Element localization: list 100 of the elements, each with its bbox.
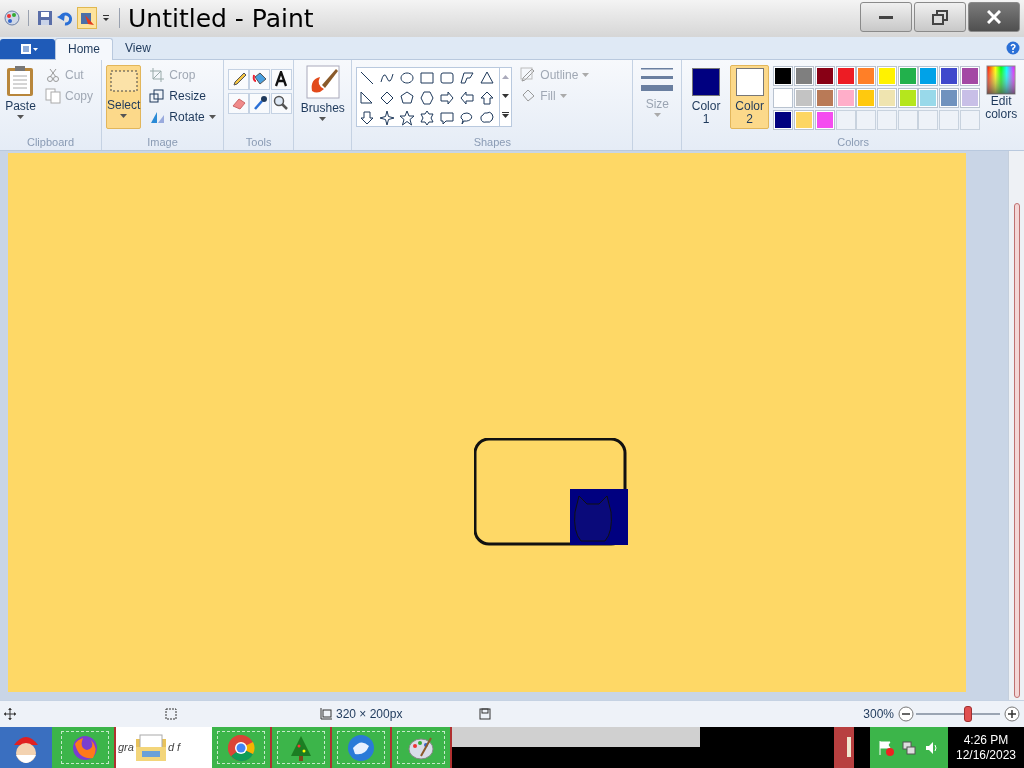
quick-access-button[interactable] <box>77 7 97 30</box>
group-label: Colors <box>836 135 871 151</box>
scroll-up-icon[interactable] <box>502 75 510 80</box>
minimize-button[interactable] <box>860 2 912 32</box>
paste-button[interactable]: Paste <box>4 64 37 119</box>
vertical-scrollbar[interactable] <box>1008 151 1024 701</box>
zoom-in-icon[interactable] <box>1004 706 1020 723</box>
color-picker-icon <box>251 95 268 112</box>
palette-color[interactable] <box>918 87 939 108</box>
palette-color[interactable] <box>814 65 835 86</box>
file-menu-button[interactable] <box>0 38 55 59</box>
copy-icon <box>45 88 61 105</box>
caret-icon <box>582 73 590 78</box>
palette-color[interactable] <box>856 65 877 86</box>
taskbar-button[interactable] <box>392 727 452 768</box>
color-spectrum-icon <box>986 64 1017 95</box>
palette-color[interactable] <box>794 109 815 130</box>
move-icon <box>4 708 16 721</box>
clipboard-icon <box>5 64 36 97</box>
chrome-globe-icon <box>227 733 255 762</box>
clock-date[interactable]: 12/16/2023 <box>955 747 1017 763</box>
ribbon-button[interactable]: Resize <box>145 85 220 107</box>
palette-color[interactable] <box>773 87 794 108</box>
brushes-button[interactable]: Brushes <box>298 64 348 121</box>
ribbon-tab[interactable]: Home <box>55 37 113 60</box>
flag-icon[interactable] <box>877 739 894 756</box>
tool-button[interactable] <box>249 92 271 114</box>
palette-color[interactable] <box>835 87 856 108</box>
caret-icon <box>559 94 567 99</box>
palette-color[interactable] <box>794 65 815 86</box>
save-icon[interactable] <box>37 10 53 27</box>
palette-color[interactable] <box>897 87 918 108</box>
palette-color[interactable] <box>814 87 835 108</box>
taskbar-button[interactable] <box>332 727 392 768</box>
color-slot-button[interactable]: Color 1 <box>686 64 726 129</box>
palette-color[interactable] <box>835 65 856 86</box>
palette-color[interactable] <box>959 65 980 86</box>
canvas-size-icon <box>319 707 333 722</box>
clock-time[interactable]: 4:26 PM <box>963 732 1009 748</box>
caret-icon <box>319 116 327 121</box>
taskbar-button[interactable] <box>272 727 332 768</box>
tool-button[interactable] <box>228 68 249 90</box>
selection-size-icon <box>164 707 178 722</box>
group-label: Shapes <box>472 135 512 151</box>
close-button[interactable] <box>968 2 1020 32</box>
palette-color[interactable] <box>959 87 980 108</box>
network-icon[interactable] <box>901 739 917 756</box>
palette-color[interactable] <box>939 87 959 108</box>
zoom-slider[interactable] <box>916 706 1000 723</box>
tool-button[interactable] <box>270 92 292 114</box>
magnifier-icon <box>273 95 290 112</box>
window-label-text: d f <box>167 740 181 756</box>
undo-icon[interactable] <box>57 10 73 27</box>
group-label: Image <box>146 135 179 151</box>
select-button[interactable]: Select <box>106 64 142 129</box>
zoom-out-icon[interactable] <box>898 706 914 723</box>
taskbar-button[interactable] <box>56 727 116 768</box>
caret-icon <box>17 114 24 119</box>
palette-color[interactable] <box>876 87 897 108</box>
paint-bucket-icon <box>79 10 95 27</box>
group-label: Clipboard <box>25 135 76 151</box>
palette-color[interactable] <box>773 109 794 130</box>
window-title: Untitled - Paint <box>128 5 314 31</box>
palette-color[interactable] <box>897 65 918 86</box>
tool-button[interactable] <box>270 68 292 90</box>
group-label: Tools <box>244 135 273 151</box>
taskbar-window-button[interactable]: gra d f <box>116 727 212 768</box>
taskbar-button[interactable] <box>212 727 272 768</box>
palette-color[interactable] <box>876 65 897 86</box>
scissors-icon <box>45 67 61 84</box>
zoom-level-text: 300% <box>863 706 894 724</box>
help-icon[interactable] <box>1006 40 1020 55</box>
palette-color[interactable] <box>939 65 959 86</box>
brush-icon <box>305 64 340 99</box>
palette-color[interactable] <box>814 109 835 130</box>
zoom-slider-thumb[interactable] <box>964 706 973 723</box>
palette-color[interactable] <box>856 87 877 108</box>
window-label-text: gra <box>117 740 134 756</box>
folder-icon <box>133 732 168 763</box>
dropdown-icon[interactable] <box>101 13 111 24</box>
scroll-down-icon[interactable] <box>502 93 510 98</box>
palette-color[interactable] <box>794 87 815 108</box>
ribbon-button[interactable]: Rotate <box>145 106 220 128</box>
crop-icon <box>149 67 166 84</box>
tool-button[interactable] <box>249 68 271 90</box>
paint-app-icon <box>4 10 20 27</box>
restore-button[interactable] <box>914 2 966 32</box>
expand-gallery-icon[interactable] <box>502 112 510 119</box>
santa-avatar-icon[interactable] <box>0 727 52 768</box>
color-slot-button[interactable]: Color 2 <box>729 64 770 129</box>
text-icon <box>273 71 290 88</box>
fox-globe-icon <box>71 733 99 762</box>
palette-color[interactable] <box>918 65 939 86</box>
palette-color[interactable] <box>773 65 794 86</box>
ribbon-tab[interactable]: View <box>113 36 163 59</box>
resize-icon <box>149 88 166 105</box>
edit-colors-button[interactable]: Edit colors <box>982 64 1020 121</box>
caret-icon <box>208 115 216 120</box>
minimize-icon <box>879 15 893 19</box>
caret-icon <box>653 112 661 117</box>
